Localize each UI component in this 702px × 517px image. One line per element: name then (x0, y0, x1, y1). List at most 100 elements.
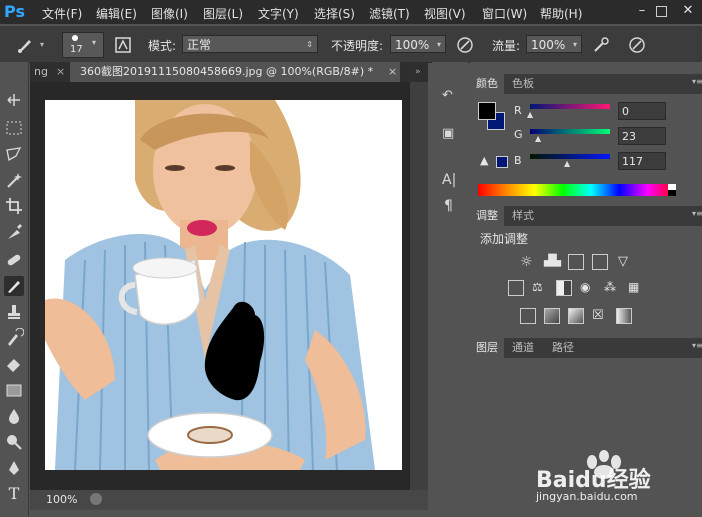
clone-stamp-tool-icon[interactable] (4, 302, 24, 322)
zoom-level[interactable]: 100% (46, 493, 77, 506)
tab-layers[interactable]: 图层 (470, 338, 504, 358)
pen-tool-icon[interactable] (4, 458, 24, 478)
lasso-tool-icon[interactable] (4, 144, 24, 164)
close-tab-icon[interactable]: × (56, 62, 65, 82)
black-white-icon[interactable] (556, 280, 572, 296)
status-info-icon[interactable] (90, 493, 102, 505)
flow-input[interactable]: 100% ▾ (526, 35, 582, 53)
panel-menu-icon[interactable]: ▾≡ (692, 341, 702, 350)
web-safe-color-icon[interactable] (496, 156, 508, 168)
brush-panel-toggle-icon[interactable] (114, 36, 132, 54)
collapsed-panel-strip: ↶ ▣ A| ¶ (432, 62, 468, 517)
active-document-tab[interactable]: 360截图20191115080458669.jpg @ 100%(RGB/8#… (70, 62, 400, 82)
b-value-input[interactable]: 117 (618, 152, 666, 170)
document-canvas[interactable] (45, 100, 402, 470)
history-brush-tool-icon[interactable] (4, 327, 25, 348)
posterize-icon[interactable] (544, 308, 560, 324)
menu-filter[interactable]: 滤镜(T) (369, 5, 410, 22)
menu-image[interactable]: 图像(I) (151, 5, 188, 22)
color-spectrum-ramp[interactable] (478, 184, 676, 196)
photo-filter-icon[interactable]: ◉ (580, 280, 596, 296)
crop-tool-icon[interactable] (4, 196, 24, 216)
magic-wand-tool-icon[interactable] (4, 170, 24, 190)
eyedropper-tool-icon[interactable] (4, 222, 24, 242)
menu-type[interactable]: 文字(Y) (258, 5, 299, 22)
tool-preset-dropdown-icon[interactable]: ▾ (40, 40, 46, 50)
r-slider-handle[interactable]: ▲ (527, 110, 533, 119)
tab-paths[interactable]: 路径 (546, 338, 580, 358)
curves-icon[interactable] (568, 254, 584, 270)
healing-brush-tool-icon[interactable] (4, 250, 24, 270)
b-slider-handle[interactable]: ▲ (564, 159, 570, 168)
menu-window[interactable]: 窗口(W) (482, 5, 527, 22)
character-panel-icon[interactable]: A| (442, 172, 460, 190)
levels-icon[interactable]: ▟▙ (544, 254, 561, 270)
tab-styles[interactable]: 样式 (506, 206, 540, 226)
vertical-scrollbar[interactable] (410, 82, 428, 490)
chevron-down-icon: ▾ (572, 40, 577, 49)
opacity-value: 100% (395, 38, 430, 52)
close-tab-icon[interactable]: × (388, 62, 397, 82)
menu-file[interactable]: 文件(F) (42, 5, 82, 22)
color-lookup-icon[interactable]: ▦ (628, 280, 644, 296)
g-slider[interactable] (530, 129, 610, 134)
tab-channels[interactable]: 通道 (506, 338, 540, 358)
channel-mixer-icon[interactable]: ⁂ (604, 280, 620, 296)
g-value-input[interactable]: 23 (618, 127, 666, 145)
brush-tool-icon[interactable] (16, 36, 34, 54)
brightness-contrast-icon[interactable]: ☼ (520, 254, 536, 270)
prev-document-tab[interactable]: ng (34, 62, 48, 82)
airbrush-icon[interactable] (592, 36, 610, 54)
exposure-icon[interactable] (592, 254, 608, 270)
color-balance-icon[interactable]: ⚖ (532, 280, 548, 296)
paragraph-panel-icon[interactable]: ¶ (444, 198, 462, 216)
gradient-map-icon[interactable]: ☒ (592, 308, 608, 324)
chevron-down-icon: ▾ (92, 38, 97, 47)
pressure-size-icon[interactable] (628, 36, 646, 54)
3d-panel-icon[interactable]: ▣ (442, 126, 460, 144)
brush-preset-picker[interactable]: 17 ▾ (62, 32, 104, 58)
tab-color[interactable]: 颜色 (470, 74, 504, 94)
foreground-color-swatch[interactable] (478, 102, 496, 120)
maximize-icon[interactable] (656, 6, 667, 17)
blur-tool-icon[interactable] (4, 406, 24, 426)
chevron-down-icon: ▾ (436, 40, 441, 49)
g-slider-handle[interactable]: ▲ (535, 134, 541, 143)
eraser-tool-icon[interactable] (4, 354, 24, 374)
flow-value: 100% (531, 38, 566, 52)
panel-menu-icon[interactable]: ▾≡ (692, 209, 702, 218)
type-tool-icon[interactable]: T (4, 484, 24, 504)
mode-value: 正常 (187, 38, 212, 52)
tab-swatches[interactable]: 色板 (506, 74, 540, 94)
close-icon[interactable]: ✕ (680, 3, 696, 19)
gradient-tool-icon[interactable] (4, 380, 24, 400)
r-slider[interactable] (530, 104, 610, 109)
minimize-icon[interactable]: – (634, 3, 650, 19)
invert-icon[interactable] (520, 308, 536, 324)
threshold-icon[interactable] (568, 308, 584, 324)
vibrance-icon[interactable]: ▽ (618, 254, 634, 270)
r-value-input[interactable]: 0 (618, 102, 666, 120)
hue-saturation-icon[interactable] (508, 280, 524, 296)
marquee-tool-icon[interactable] (4, 118, 24, 138)
tab-adjustments[interactable]: 调整 (470, 206, 504, 226)
panel-menu-icon[interactable]: ▾≡ (692, 77, 702, 86)
tab-overflow-icon[interactable]: » (415, 62, 421, 82)
up-down-arrows-icon: ⇕ (306, 40, 313, 49)
gamut-warning-icon[interactable]: ▲ (480, 154, 488, 167)
brush-tool-icon[interactable] (4, 276, 24, 296)
menu-help[interactable]: 帮助(H) (540, 5, 582, 22)
history-panel-icon[interactable]: ↶ (442, 88, 460, 106)
dodge-tool-icon[interactable] (4, 432, 24, 452)
menu-select[interactable]: 选择(S) (314, 5, 355, 22)
pressure-opacity-icon[interactable] (456, 36, 474, 54)
menu-view[interactable]: 视图(V) (424, 5, 466, 22)
opacity-input[interactable]: 100% ▾ (390, 35, 446, 53)
mode-select[interactable]: 正常 ⇕ (182, 35, 318, 53)
menu-edit[interactable]: 编辑(E) (96, 5, 137, 22)
move-tool-icon[interactable] (4, 90, 24, 110)
ramp-black-swatch[interactable] (668, 190, 676, 196)
selective-color-icon[interactable] (616, 308, 632, 324)
document-tab-bar: ng × 360截图20191115080458669.jpg @ 100%(R… (30, 62, 428, 82)
menu-layer[interactable]: 图层(L) (203, 5, 243, 22)
